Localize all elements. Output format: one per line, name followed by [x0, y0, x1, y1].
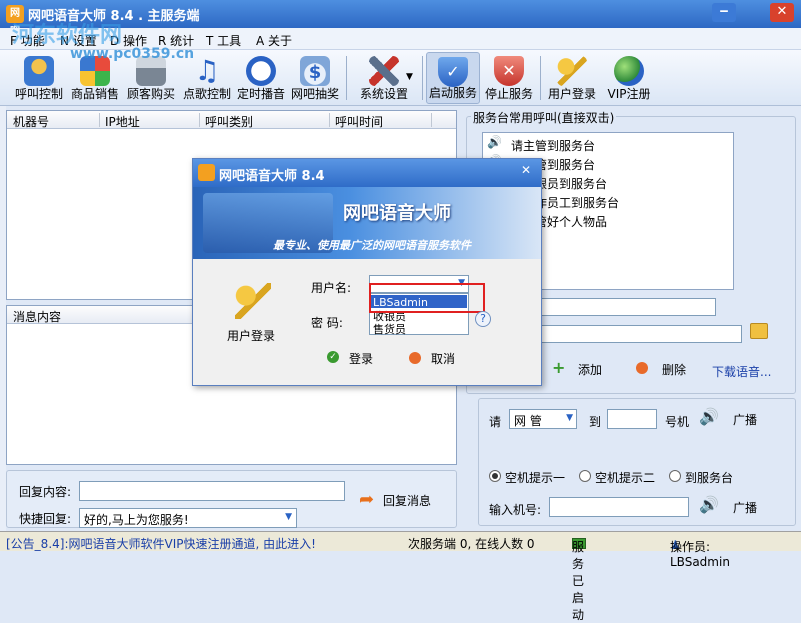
column-call-type[interactable]: 呼叫类别	[205, 113, 253, 130]
server-stats: 次服务端 0, 在线人数 0	[408, 537, 535, 551]
shield-stop-icon: ✕	[494, 56, 524, 86]
radio-icon	[669, 470, 681, 482]
radio-empty-hint-1[interactable]: 空机提示一	[489, 469, 579, 485]
plus-icon: +	[552, 358, 566, 377]
toolbar-start-service-button[interactable]: ✓ 启动服务	[426, 52, 480, 104]
music-note-icon: ♫	[194, 54, 220, 87]
reply-input[interactable]	[79, 481, 345, 501]
speaker-icon: 🔊	[699, 407, 719, 426]
chevron-down-icon: ▼	[285, 512, 292, 522]
input-machine-number[interactable]	[549, 497, 689, 517]
app-logo-icon	[198, 164, 215, 181]
speaker-icon: 🔊	[699, 495, 719, 514]
minus-icon	[636, 362, 648, 374]
reply-label: 回复内容:	[19, 485, 72, 499]
login-banner: 网吧语音大师 最专业、使用最广泛的网吧语音服务软件	[193, 187, 541, 259]
shield-check-icon: ✓	[438, 57, 468, 87]
clock-icon	[246, 56, 276, 86]
machine-number-input[interactable]	[607, 409, 657, 429]
check-icon: ✓	[327, 351, 339, 363]
column-machine[interactable]: 机器号	[13, 113, 49, 130]
banner-slogan: 最专业、使用最广泛的网吧语音服务软件	[273, 239, 471, 252]
toolbar-call-control-button[interactable]: 呼叫控制	[12, 52, 66, 104]
speaker-icon: 🔊	[487, 135, 502, 149]
close-button[interactable]: ✕	[770, 3, 794, 22]
login-dialog-title-bar: 网吧语音大师 8.4 ✕	[193, 159, 541, 187]
chevron-down-icon[interactable]: ▼	[406, 72, 413, 82]
column-call-time[interactable]: 呼叫时间	[335, 113, 383, 130]
login-key-label: 用户登录	[227, 329, 276, 343]
help-icon[interactable]: ?	[475, 311, 491, 327]
notice-link[interactable]: [公告_8.4]:网吧语音大师软件VIP快速注册通道, 由此进入!	[6, 535, 316, 552]
radio-selected-icon	[489, 470, 501, 482]
column-ip[interactable]: IP地址	[105, 113, 140, 130]
message-header-label: 消息内容	[13, 310, 62, 324]
broadcast-button[interactable]: 🔊 广播	[699, 407, 779, 429]
toolbar-vip-button[interactable]: VIP注册	[602, 52, 656, 104]
common-calls-title: 服务台常用呼叫(直接双击)	[471, 109, 617, 126]
reply-group: 回复内容: 快捷回复: 好的,马上为您服务! ▼ ➦ 回复消息	[6, 470, 457, 528]
role-select[interactable]: 网 管 ▼	[509, 409, 577, 429]
money-bag-icon: $	[300, 56, 330, 86]
toolbar-stop-service-button[interactable]: ✕ 停止服务	[482, 52, 536, 104]
toolbar-lottery-button[interactable]: $ 网吧抽奖	[288, 52, 342, 104]
globe-icon	[614, 56, 644, 86]
broadcast-group: 请 网 管 ▼ 到 号机 🔊 广播 空机提示一 空机提示二 到服务台 输入机号:…	[478, 398, 796, 526]
radio-empty-hint-2[interactable]: 空机提示二	[579, 469, 669, 485]
status-bar: [公告_8.4]:网吧语音大师软件VIP快速注册通道, 由此进入! 次服务端 0…	[0, 531, 801, 622]
highlight-box	[369, 283, 485, 313]
toolbar-login-button[interactable]: 用户登录	[544, 52, 600, 104]
tools-icon	[369, 56, 399, 86]
cancel-button[interactable]: 取消	[409, 349, 469, 369]
watermark-url: www.pc0359.cn	[70, 46, 195, 62]
watermark-text: 河东软件网	[12, 23, 123, 48]
login-button[interactable]: ✓ 登录	[327, 349, 387, 369]
toolbar-timer-button[interactable]: 定时播音	[234, 52, 288, 104]
login-dialog: 网吧语音大师 8.4 ✕ 网吧语音大师 最专业、使用最广泛的网吧语音服务软件 用…	[192, 158, 542, 386]
download-voice-link[interactable]: 下载语音...	[712, 363, 771, 380]
dialog-close-button[interactable]: ✕	[517, 163, 535, 181]
people-icon	[24, 56, 54, 86]
add-call-button[interactable]: + 添加	[552, 358, 612, 378]
login-key-icon	[235, 283, 271, 319]
quick-reply-select[interactable]: 好的,马上为您服务! ▼	[79, 508, 297, 528]
menu-tools[interactable]: T 工具	[206, 32, 241, 49]
radio-to-service-desk[interactable]: 到服务台	[669, 469, 759, 485]
menu-about[interactable]: A 关于	[256, 32, 292, 49]
broadcast-button-2[interactable]: 🔊 广播	[699, 495, 779, 517]
password-label: 密 码:	[311, 316, 343, 330]
banner-title: 网吧语音大师	[343, 203, 451, 224]
call-table-header: 机器号 IP地址 呼叫类别 呼叫时间	[7, 111, 456, 129]
minimize-button[interactable]: ‒	[712, 3, 736, 22]
key-icon	[557, 56, 587, 86]
dropdown-option-seller[interactable]: 售货员	[371, 321, 467, 336]
username-label: 用户名:	[311, 281, 352, 295]
reply-arrow-icon: ➦	[359, 489, 375, 510]
folder-open-icon[interactable]	[750, 323, 768, 339]
list-item[interactable]: 🔊请主管到服务台	[485, 135, 731, 153]
radio-icon	[579, 470, 591, 482]
quick-reply-label: 快捷回复:	[19, 512, 72, 526]
delete-call-button[interactable]: 删除	[636, 360, 696, 378]
cancel-icon	[409, 352, 421, 364]
chevron-down-icon: ▼	[566, 413, 573, 423]
reply-send-button[interactable]: ➦ 回复消息	[359, 489, 439, 513]
